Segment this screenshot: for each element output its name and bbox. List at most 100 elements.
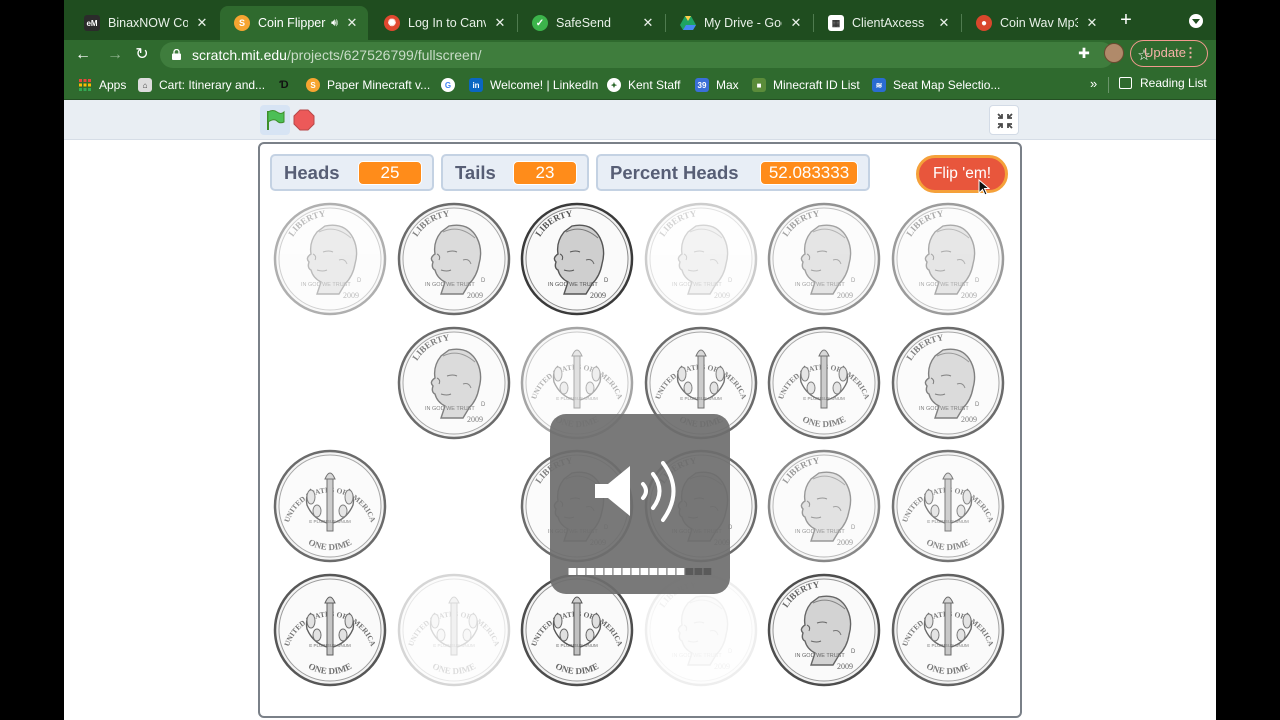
coin-motto: IN GOD WE TRUST <box>795 653 845 659</box>
apps-grid-icon <box>78 78 92 92</box>
reading-list-button[interactable]: Reading List <box>1119 76 1207 90</box>
cart-icon: ⌂ <box>138 78 152 92</box>
volume-segment <box>631 568 640 575</box>
coinwav-icon: ● <box>976 15 992 31</box>
coin-year: 2009 <box>343 291 359 300</box>
update-label: Update <box>1144 45 1186 60</box>
back-button[interactable]: ← <box>72 44 94 66</box>
url-path: /projects/627526799/fullscreen/ <box>286 47 482 63</box>
volume-segment <box>586 568 595 575</box>
volume-segment <box>604 568 613 575</box>
update-button[interactable]: Update ⋮ <box>1130 40 1208 67</box>
green-flag-button[interactable] <box>260 105 290 135</box>
close-icon[interactable]: ✕ <box>640 15 656 31</box>
tab-safesend[interactable]: ✓ SafeSend ✕ <box>518 6 664 40</box>
bookmark-label: Seat Map Selectio... <box>893 78 1001 92</box>
coin-e-pluribus-unum: E PLURIBUS UNUM <box>556 396 598 401</box>
bookmark-label: Max <box>716 78 739 92</box>
forward-button[interactable]: → <box>104 44 126 66</box>
seatmap-icon: ≋ <box>872 78 886 92</box>
bookmark-label: Welcome! | LinkedIn <box>490 78 599 92</box>
tails-monitor: Tails 23 <box>441 154 589 191</box>
coin-year: 2009 <box>714 662 730 671</box>
bookmark-paper-minecraft[interactable]: S Paper Minecraft v... <box>306 76 430 94</box>
bookmark-max[interactable]: 39 Max <box>695 76 739 94</box>
volume-segment <box>640 568 649 575</box>
coin-year: 2009 <box>837 291 853 300</box>
close-icon[interactable]: ✕ <box>788 15 804 31</box>
coin-mint-mark: D <box>481 402 486 408</box>
menu-icon: ⋮ <box>1184 45 1197 60</box>
coin-tails: UNITED STATES OF AMERICAONE DIMEE PLURIB… <box>397 573 511 687</box>
exit-fullscreen-button[interactable] <box>989 105 1019 135</box>
coin-motto: IN GOD WE TRUST <box>672 653 722 659</box>
extensions-icon[interactable]: ✚ <box>1075 45 1093 63</box>
close-icon[interactable]: ✕ <box>492 15 508 31</box>
linkedin-icon: in <box>469 78 483 92</box>
coin-year: 2009 <box>590 291 606 300</box>
tab-title: ClientAxcess <box>852 16 925 30</box>
tab-title: Coin Flipper S <box>258 16 327 30</box>
volume-segment <box>685 568 694 575</box>
tv-icon: 39 <box>695 78 709 92</box>
coin-e-pluribus-unum: E PLURIBUS UNUM <box>433 643 475 648</box>
new-tab-button[interactable]: + <box>1116 10 1136 30</box>
volume-segment <box>613 568 622 575</box>
volume-segment <box>667 568 676 575</box>
flip-button[interactable]: Flip 'em! <box>916 155 1008 193</box>
coin-motto: IN GOD WE TRUST <box>919 406 969 412</box>
bookmark-seat-map[interactable]: ≋ Seat Map Selectio... <box>872 76 1000 94</box>
scratch-icon: S <box>234 15 250 31</box>
tab-title: Coin Wav Mp3 So <box>1000 16 1078 30</box>
coin-heads: LIBERTYIN GOD WE TRUST2009D <box>891 326 1005 440</box>
collapse-icon <box>997 113 1013 129</box>
tab-coin-wav[interactable]: ● Coin Wav Mp3 So ✕ <box>962 6 1108 40</box>
percent-heads-value: 52.083333 <box>760 161 858 185</box>
bookmark-label: Cart: Itinerary and... <box>159 78 266 92</box>
tab-search-button[interactable] <box>1189 14 1203 28</box>
stop-button[interactable] <box>293 109 315 131</box>
coin-heads: LIBERTYIN GOD WE TRUST2009D <box>767 449 881 563</box>
percent-heads-monitor: Percent Heads 52.083333 <box>596 154 870 191</box>
kent-icon: ✦ <box>607 78 621 92</box>
bookmark-kent-staff[interactable]: ✦ Kent Staff <box>607 76 680 94</box>
volume-overlay <box>550 414 730 594</box>
bookmark-minecraft-id[interactable]: ■ Minecraft ID List <box>752 76 860 94</box>
speaker-icon[interactable]: 🔊︎ <box>331 17 338 30</box>
bookmark-apps[interactable]: Apps <box>78 76 126 94</box>
tab-clientaxcess[interactable]: ▦ ClientAxcess ✕ <box>814 6 960 40</box>
coin-motto: IN GOD WE TRUST <box>548 282 598 288</box>
close-icon[interactable]: ✕ <box>194 15 210 31</box>
coin-heads: LIBERTYIN GOD WE TRUST2009D <box>273 202 387 316</box>
tab-canvas[interactable]: ✺ Log In to Canvas ✕ <box>370 6 516 40</box>
coin-e-pluribus-unum: E PLURIBUS UNUM <box>309 519 351 524</box>
volume-segment <box>694 568 703 575</box>
tab-title: Log In to Canvas <box>408 16 486 30</box>
coin-year: 2009 <box>837 662 853 671</box>
coin-e-pluribus-unum: E PLURIBUS UNUM <box>803 396 845 401</box>
tab-my-drive[interactable]: My Drive - Googl ✕ <box>666 6 812 40</box>
avatar[interactable] <box>1104 43 1124 63</box>
coin-motto: IN GOD WE TRUST <box>795 529 845 535</box>
tab-binaxnow[interactable]: eM BinaxNOW Covid ✕ <box>70 6 218 40</box>
close-icon[interactable]: ✕ <box>344 15 360 31</box>
minecraft-icon: ■ <box>752 78 766 92</box>
address-bar[interactable]: scratch.mit.edu/projects/627526799/fulls… <box>160 42 1151 68</box>
coin-mint-mark: D <box>851 649 856 655</box>
coin-mint-mark: D <box>604 278 609 284</box>
bookmark-linkedin[interactable]: in Welcome! | LinkedIn <box>469 76 598 94</box>
bookmark-disney[interactable]: Ɗ <box>277 76 298 94</box>
close-icon[interactable]: ✕ <box>936 15 952 31</box>
bookmarks-overflow-button[interactable]: » <box>1090 76 1097 91</box>
screen: eM BinaxNOW Covid ✕ S Coin Flipper S 🔊︎ … <box>64 0 1216 720</box>
binax-icon: eM <box>84 15 100 31</box>
bookmark-google[interactable]: G <box>441 76 462 94</box>
coin-motto: IN GOD WE TRUST <box>795 282 845 288</box>
disney-icon: Ɗ <box>279 79 289 91</box>
safesend-icon: ✓ <box>532 15 548 31</box>
close-icon[interactable]: ✕ <box>1084 15 1100 31</box>
mouse-cursor-icon <box>978 179 990 196</box>
reload-button[interactable]: ↻ <box>131 44 153 66</box>
tab-coin-flipper[interactable]: S Coin Flipper S 🔊︎ ✕ <box>220 6 368 40</box>
bookmark-cart[interactable]: ⌂ Cart: Itinerary and... <box>138 76 265 94</box>
